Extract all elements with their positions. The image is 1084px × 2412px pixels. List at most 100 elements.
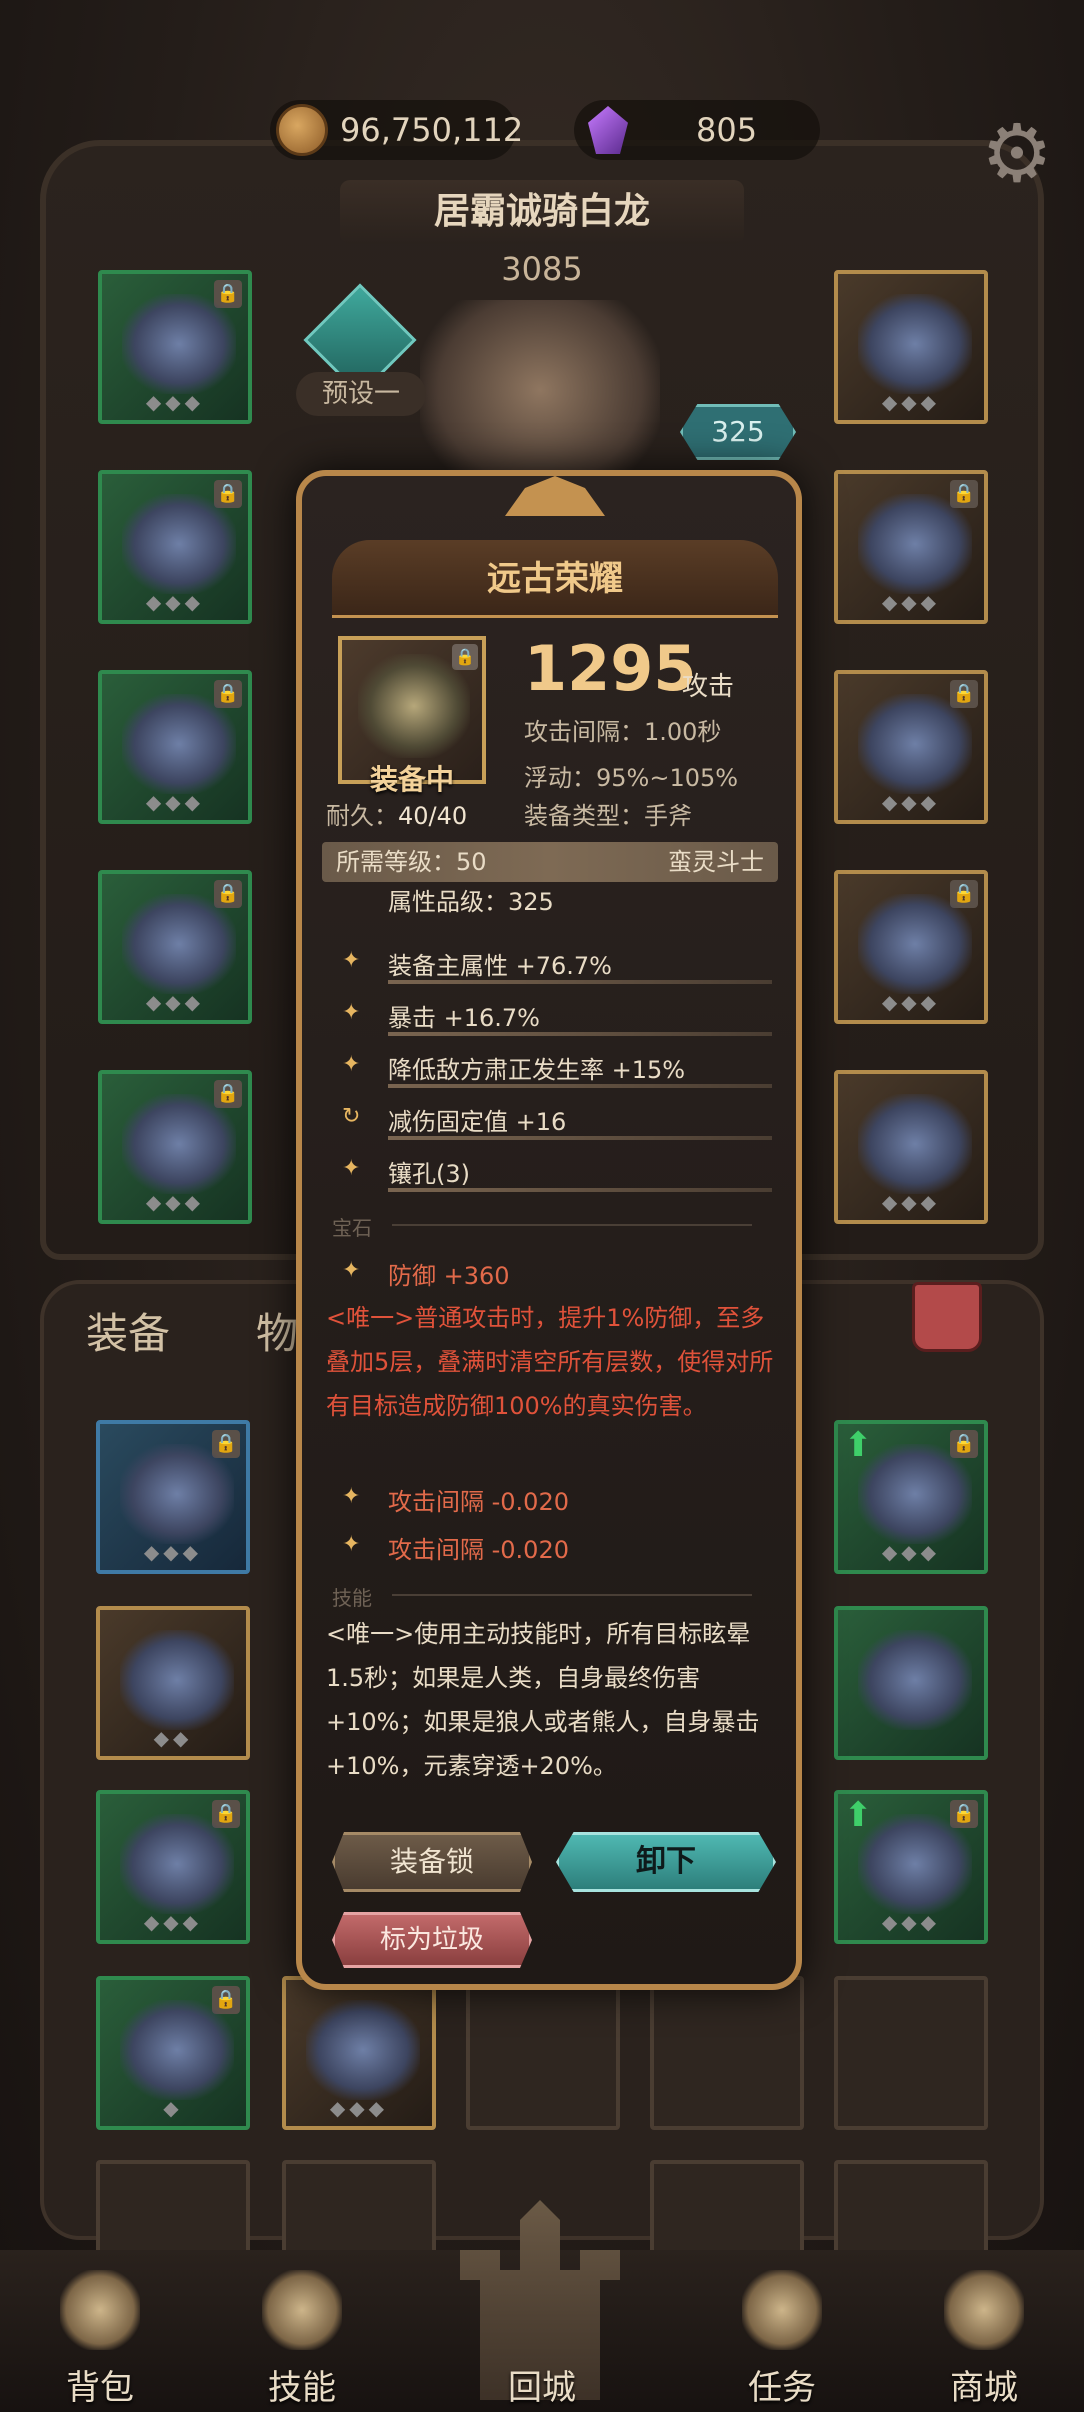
skill-book-icon [262, 2270, 342, 2350]
gem-line-row: ✦ 攻击间隔 -0.020 [332, 1526, 772, 1572]
nav-quests-label: 任务 [748, 2368, 816, 2408]
nav-quests[interactable]: 任务 [702, 2250, 862, 2412]
gloves-icon [122, 694, 236, 794]
hand-axe-icon [358, 654, 470, 758]
attribute-bar [388, 1188, 772, 1192]
tab-equipment[interactable]: 装备 [86, 1300, 170, 1361]
nav-bag-label: 背包 [66, 2368, 134, 2408]
gem-display: 805 [574, 100, 820, 160]
nav-town[interactable]: 回城 [462, 2250, 622, 2412]
bag-slot[interactable]: ◆◆ [96, 1606, 250, 1760]
bag-slot[interactable]: ⬆ 🔒 ◆◆◆ [834, 1420, 988, 1574]
equip-slot-ring[interactable]: 🔒 ◆◆◆ [834, 470, 988, 624]
attribute-text: 装备主属性 +76.7% [388, 952, 612, 980]
unequip-label: 卸下 [636, 1844, 696, 1879]
socket-dots: ◆ [163, 2096, 183, 2120]
bag-slot[interactable]: 🔒 ◆◆◆ [96, 1420, 250, 1574]
gem-amount: 805 [696, 111, 758, 149]
mark-junk-label: 标为垃圾 [379, 1925, 484, 1955]
bag-slot[interactable]: ⬆ 🔒 ◆◆◆ [834, 1790, 988, 1944]
attribute-text: 降低敌方肃正发生率 +15% [388, 1056, 686, 1084]
gem-icon [588, 106, 628, 154]
bag-slot-empty[interactable] [466, 1976, 620, 2130]
armor-icon [122, 494, 236, 594]
attribute-text: 镶孔(3) [388, 1160, 470, 1188]
equip-slot-belt[interactable]: 🔒 ◆◆◆ [834, 670, 988, 824]
star-icon: ✦ [342, 1532, 361, 1557]
star-icon: ✦ [342, 1258, 361, 1283]
nav-skills[interactable]: 技能 [222, 2250, 382, 2412]
equip-slot-helmet[interactable]: 🔒 ◆◆◆ [98, 270, 252, 424]
nav-shop[interactable]: 商城 [904, 2250, 1064, 2412]
skill-unique-effect: <唯一>使用主动技能时，所有目标眩晕1.5秒；如果是人类，自身最终伤害+10%；… [326, 1620, 760, 1780]
boots-icon [122, 1094, 236, 1194]
equip-slot-pants[interactable]: 🔒 ◆◆◆ [98, 870, 252, 1024]
nav-town-label: 回城 [508, 2368, 576, 2408]
socket-dots: ◆◆◆ [881, 990, 941, 1014]
socket-dots: ◆◆◆ [881, 590, 941, 614]
necklace-icon [858, 294, 972, 394]
bag-slot[interactable]: 🔒 ◆◆◆ [96, 1790, 250, 1944]
attr-level-row: 属性品级：325 [332, 888, 772, 918]
equipped-label: 装备中 [369, 763, 454, 796]
preset-button[interactable]: 预设一 [296, 372, 426, 416]
hero-name: 居霸诚骑白龙 [340, 180, 744, 244]
skill-section-header: 技能 [332, 1582, 772, 1610]
attribute-bar [388, 1136, 772, 1140]
durability-label: 耐久： [326, 802, 398, 830]
star-icon: ✦ [342, 948, 361, 973]
belt-icon [858, 694, 972, 794]
star-icon: ✦ [342, 1484, 361, 1509]
shop-icon [944, 2270, 1024, 2350]
socket-dots: ◆◆◆ [145, 790, 205, 814]
equip-slot-boots[interactable]: 🔒 ◆◆◆ [98, 1070, 252, 1224]
attr-level: 属性品级：325 [388, 888, 554, 916]
attribute-row: ✦ 镶孔(3) [332, 1150, 772, 1196]
bag-slot-empty[interactable] [650, 1976, 804, 2130]
equip-lock-label: 装备锁 [389, 1845, 474, 1878]
equip-slot-gloves[interactable]: 🔒 ◆◆◆ [98, 670, 252, 824]
bag-icon [60, 2270, 140, 2350]
socket-dots: ◆◆◆ [881, 1910, 941, 1934]
attribute-bar [388, 1084, 772, 1088]
equip-type: 装备类型：手斧 [524, 802, 692, 830]
equip-slot-horn[interactable]: ◆◆◆ [834, 1070, 988, 1224]
bag-slot[interactable]: 🔒 ◆ [96, 1976, 250, 2130]
trash-icon[interactable] [912, 1282, 982, 1352]
gem-section-header: 宝石 [332, 1212, 772, 1240]
attack-value: 1295 [524, 632, 697, 705]
tab-items[interactable]: 物 [256, 1300, 298, 1361]
nav-bag[interactable]: 背包 [20, 2250, 180, 2412]
attribute-text: 暴击 +16.7% [388, 1004, 540, 1032]
equip-slot-weapon[interactable]: 🔒 ◆◆◆ [834, 870, 988, 1024]
ring-icon [858, 494, 972, 594]
gem-unique-effect: <唯一>普通攻击时，提升1%防御，至多叠加5层，叠满时清空所有层数，使得对所有目… [326, 1304, 774, 1420]
socket-dots: ◆◆◆ [881, 1190, 941, 1214]
refresh-icon: ↻ [342, 1104, 361, 1129]
bag-slot-empty[interactable] [834, 1976, 988, 2130]
durability: 耐久：40/40 [326, 796, 467, 831]
mark-junk-button[interactable]: 标为垃圾 [332, 1912, 532, 1968]
coin-icon [276, 104, 328, 156]
nav-shop-label: 商城 [950, 2368, 1018, 2408]
unequip-button[interactable]: 卸下 [556, 1832, 776, 1892]
helmet-icon [120, 1814, 234, 1914]
class-requirement: 蛮灵斗士 [668, 848, 764, 876]
bag-slot[interactable] [834, 1606, 988, 1760]
attribute-bar [388, 1032, 772, 1036]
gem-line-text: 攻击间隔 -0.020 [388, 1536, 569, 1564]
item-title: 远古荣耀 [332, 540, 778, 618]
pants-icon [122, 894, 236, 994]
gear-icon[interactable]: ⚙ [976, 114, 1058, 196]
equip-lock-button[interactable]: 装备锁 [332, 1832, 532, 1892]
socket-dots: ◆◆◆ [881, 1540, 941, 1564]
equip-slot-necklace[interactable]: ◆◆◆ [834, 270, 988, 424]
equip-slot-armor[interactable]: 🔒 ◆◆◆ [98, 470, 252, 624]
skill-section-label: 技能 [332, 1586, 372, 1610]
scroll-icon [742, 2270, 822, 2350]
level-badge: 325 [680, 404, 796, 460]
attribute-bar [388, 980, 772, 984]
bag-slot[interactable]: ◆◆◆ [282, 1976, 436, 2130]
helmet-icon [122, 294, 236, 394]
crown-icon [306, 2000, 420, 2100]
